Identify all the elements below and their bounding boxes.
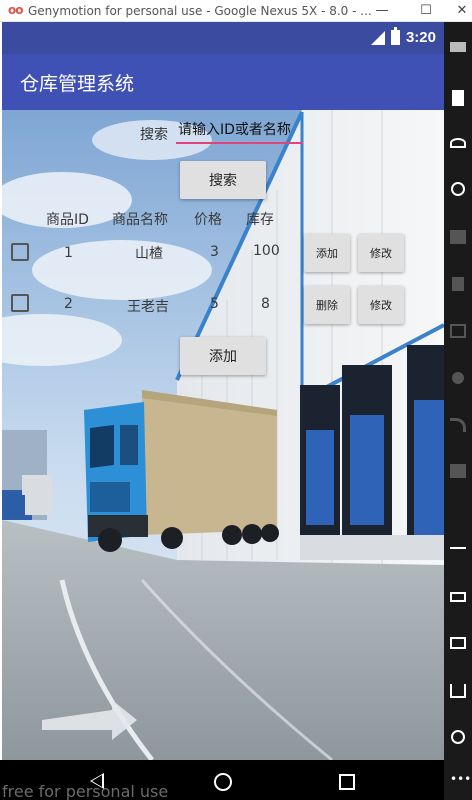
add-product-button[interactable]: 添加 xyxy=(180,337,266,375)
phone-icon[interactable] xyxy=(450,464,466,478)
header-product-id: 商品ID xyxy=(46,212,89,228)
identifiers-icon[interactable] xyxy=(450,324,466,338)
cell-product-name: 山楂 xyxy=(135,246,163,262)
recent-apps-key-icon[interactable] xyxy=(450,592,466,602)
disk-icon[interactable] xyxy=(452,372,464,384)
minimize-button[interactable]: — xyxy=(370,1,394,21)
app-title: 仓库管理系统 xyxy=(20,73,135,95)
battery-widget-icon[interactable] xyxy=(452,90,464,106)
back-key-icon[interactable] xyxy=(450,547,466,561)
row-checkbox[interactable] xyxy=(11,243,29,261)
edit-item-button[interactable]: 修改 xyxy=(358,286,404,324)
recents-icon[interactable] xyxy=(339,774,355,790)
capture-icon[interactable] xyxy=(450,230,466,244)
signal-icon xyxy=(370,30,385,45)
power-key-icon[interactable] xyxy=(451,730,465,744)
header-stock: 库存 xyxy=(246,212,274,228)
delete-item-button[interactable]: 删除 xyxy=(304,286,350,324)
cell-stock: 8 xyxy=(261,296,270,312)
cell-product-id: 2 xyxy=(64,296,73,312)
home-icon[interactable] xyxy=(214,773,232,791)
cell-price: 5 xyxy=(210,296,219,312)
close-window-button[interactable]: ✕ xyxy=(450,1,472,21)
battery-icon xyxy=(390,27,400,45)
home-key-icon[interactable] xyxy=(450,684,466,698)
window-title: Genymotion for personal use - Google Nex… xyxy=(28,4,372,18)
menu-key-icon[interactable] xyxy=(450,637,466,649)
search-label: 搜索 xyxy=(140,127,168,143)
warehouse-background-image xyxy=(2,110,444,760)
search-input[interactable] xyxy=(176,118,303,144)
header-price: 价格 xyxy=(194,212,222,228)
maximize-button[interactable]: ☐ xyxy=(414,1,438,21)
add-item-button[interactable]: 添加 xyxy=(304,234,350,272)
cell-stock: 100 xyxy=(253,243,280,259)
emulator-toolbar: ••• xyxy=(444,22,472,800)
status-bar: 3:20 xyxy=(2,22,444,54)
cell-product-name: 王老吉 xyxy=(127,299,169,315)
row-checkbox[interactable] xyxy=(11,294,29,312)
app-bar: 仓库管理系统 xyxy=(2,54,444,110)
header-product-name: 商品名称 xyxy=(112,212,168,228)
network-icon[interactable] xyxy=(450,418,466,432)
search-button[interactable]: 搜索 xyxy=(180,161,266,199)
remote-control-icon[interactable] xyxy=(452,277,464,291)
status-clock: 3:20 xyxy=(405,29,436,46)
gps-icon[interactable] xyxy=(450,138,466,148)
webcam-icon[interactable] xyxy=(451,182,465,196)
open-gapps-icon[interactable] xyxy=(450,42,466,52)
device-screen: 3:20 仓库管理系统 搜索 请输入ID或者名称 搜索 商品ID 商品名称 价格… xyxy=(2,22,444,760)
cell-product-id: 1 xyxy=(64,245,73,261)
more-options-icon[interactable]: ••• xyxy=(450,773,471,788)
genymotion-logo-icon: oo xyxy=(8,3,23,17)
cell-price: 3 xyxy=(210,244,219,260)
watermark-text: free for personal use xyxy=(2,782,169,800)
emulator-title-bar: oo Genymotion for personal use - Google … xyxy=(0,0,472,22)
edit-item-button[interactable]: 修改 xyxy=(358,234,404,272)
